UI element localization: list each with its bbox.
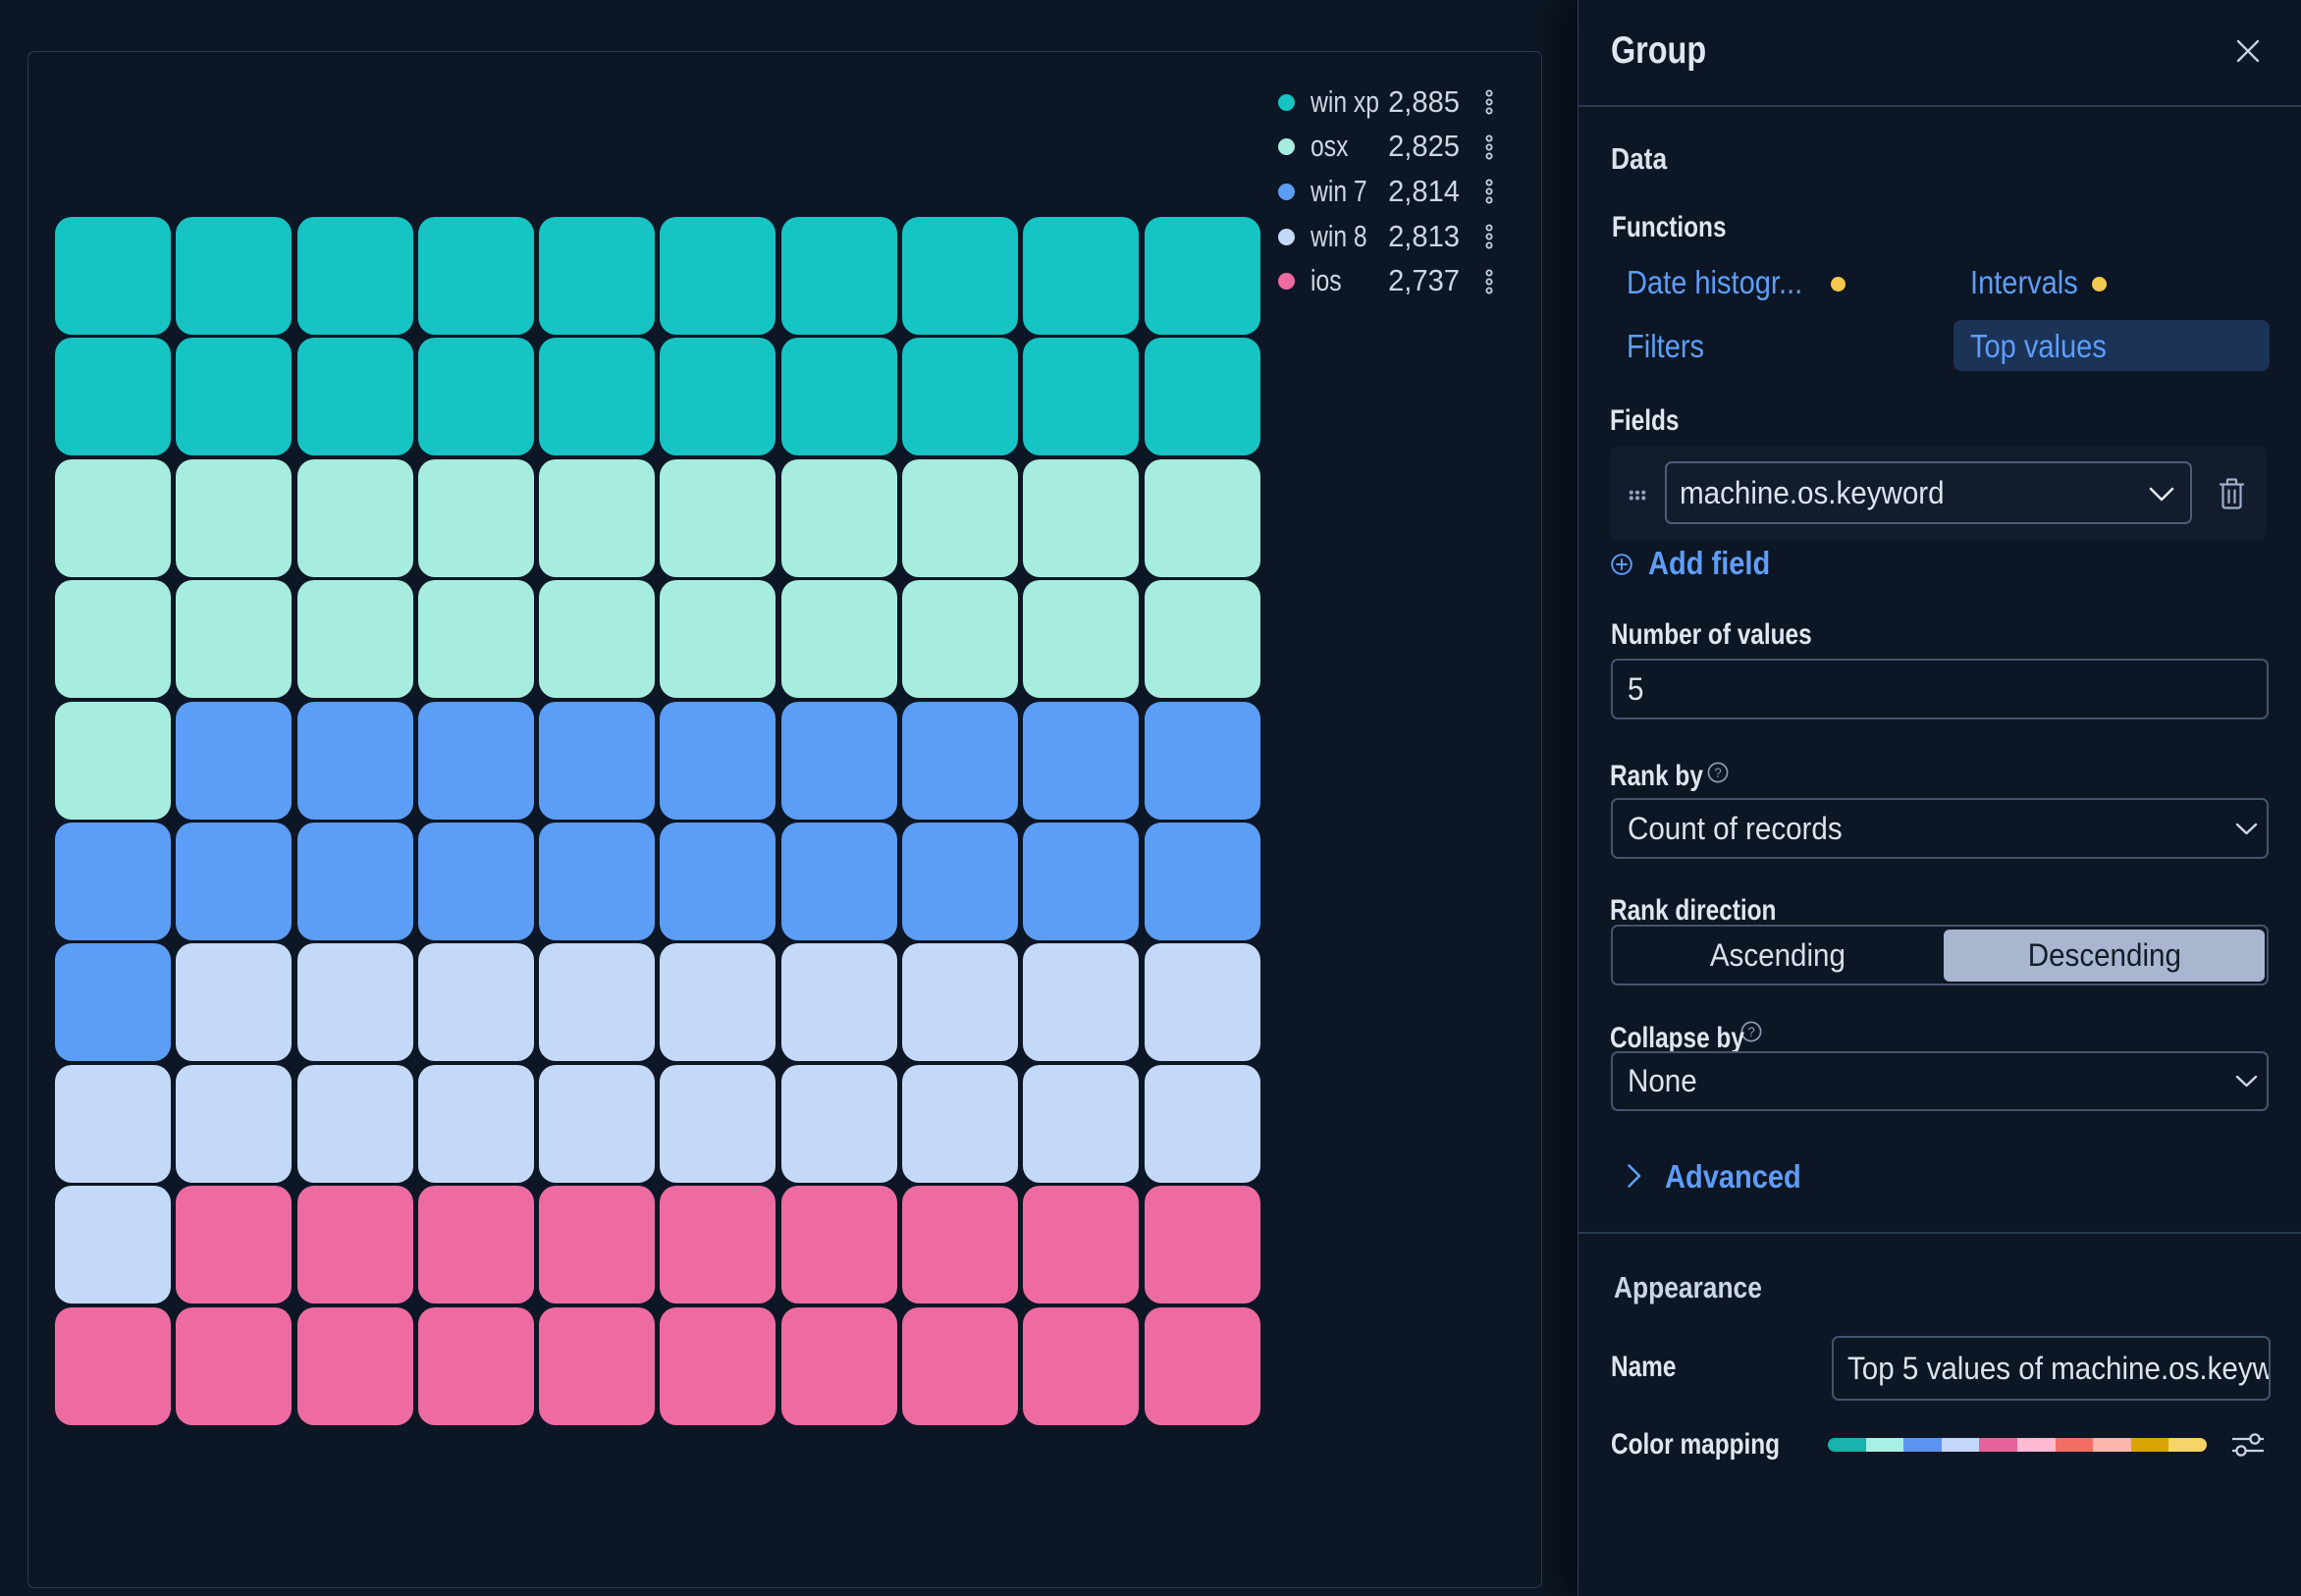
svg-text:?: ?	[1748, 1025, 1756, 1039]
svg-text:?: ?	[1714, 765, 1722, 779]
